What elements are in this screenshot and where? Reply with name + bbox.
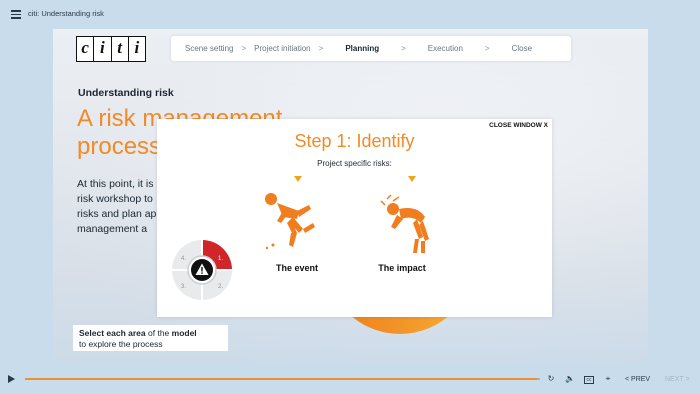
- section-kicker: Understanding risk: [78, 87, 174, 99]
- close-window-button[interactable]: CLOSE WINDOW X: [489, 122, 548, 129]
- step-separator: >: [401, 44, 406, 53]
- injured-person-icon[interactable]: [377, 193, 437, 257]
- window-title: citi: Understanding risk: [28, 9, 104, 18]
- falling-person-icon[interactable]: [257, 187, 327, 257]
- next-button[interactable]: NEXT >: [665, 376, 690, 383]
- replay-icon[interactable]: ↻: [546, 374, 556, 384]
- captions-icon[interactable]: cc: [584, 376, 594, 384]
- instruction-box: Select each area of the model to explore…: [73, 325, 228, 351]
- step-execution[interactable]: Execution: [428, 44, 463, 53]
- progress-fill: [25, 378, 538, 380]
- step-planning[interactable]: Planning: [345, 44, 379, 53]
- event-marker-icon: [294, 176, 302, 182]
- progress-steps-nav: Scene setting > Project initiation > Pla…: [171, 36, 571, 61]
- cycle-label-3: 3.: [181, 284, 186, 290]
- step-project-initiation[interactable]: Project initiation: [254, 44, 310, 53]
- player-controls: ↻ 🔈 cc ⌖ < PREV NEXT >: [0, 367, 700, 394]
- volume-icon[interactable]: 🔈: [565, 374, 575, 384]
- citi-logo: c i t i: [76, 36, 146, 62]
- step-scene-setting[interactable]: Scene setting: [185, 44, 233, 53]
- prev-button[interactable]: < PREV: [625, 376, 650, 383]
- progress-bar[interactable]: [25, 378, 540, 380]
- play-button[interactable]: [8, 375, 15, 383]
- settings-icon[interactable]: ⌖: [603, 374, 613, 384]
- menu-icon[interactable]: [11, 10, 21, 19]
- modal-title: Step 1: Identify: [294, 131, 415, 151]
- impact-marker-icon: [408, 176, 416, 182]
- step-close[interactable]: Close: [512, 44, 532, 53]
- event-label: The event: [275, 263, 318, 273]
- process-cycle-icon: 1. 2. 3. 4.: [172, 240, 232, 300]
- cycle-label-2: 2.: [218, 284, 223, 290]
- modal-subtitle: Project specific risks:: [317, 159, 392, 168]
- step-separator: >: [484, 44, 490, 53]
- title-bar: citi: Understanding risk: [0, 0, 700, 28]
- cycle-label-4: 4.: [181, 256, 186, 262]
- impact-label: The impact: [378, 263, 426, 273]
- cycle-label-1: 1.: [218, 256, 223, 262]
- step-separator: >: [318, 44, 324, 53]
- step-separator: >: [241, 44, 247, 53]
- step-detail-modal: CLOSE WINDOW X Step 1: Identify Project …: [157, 119, 552, 317]
